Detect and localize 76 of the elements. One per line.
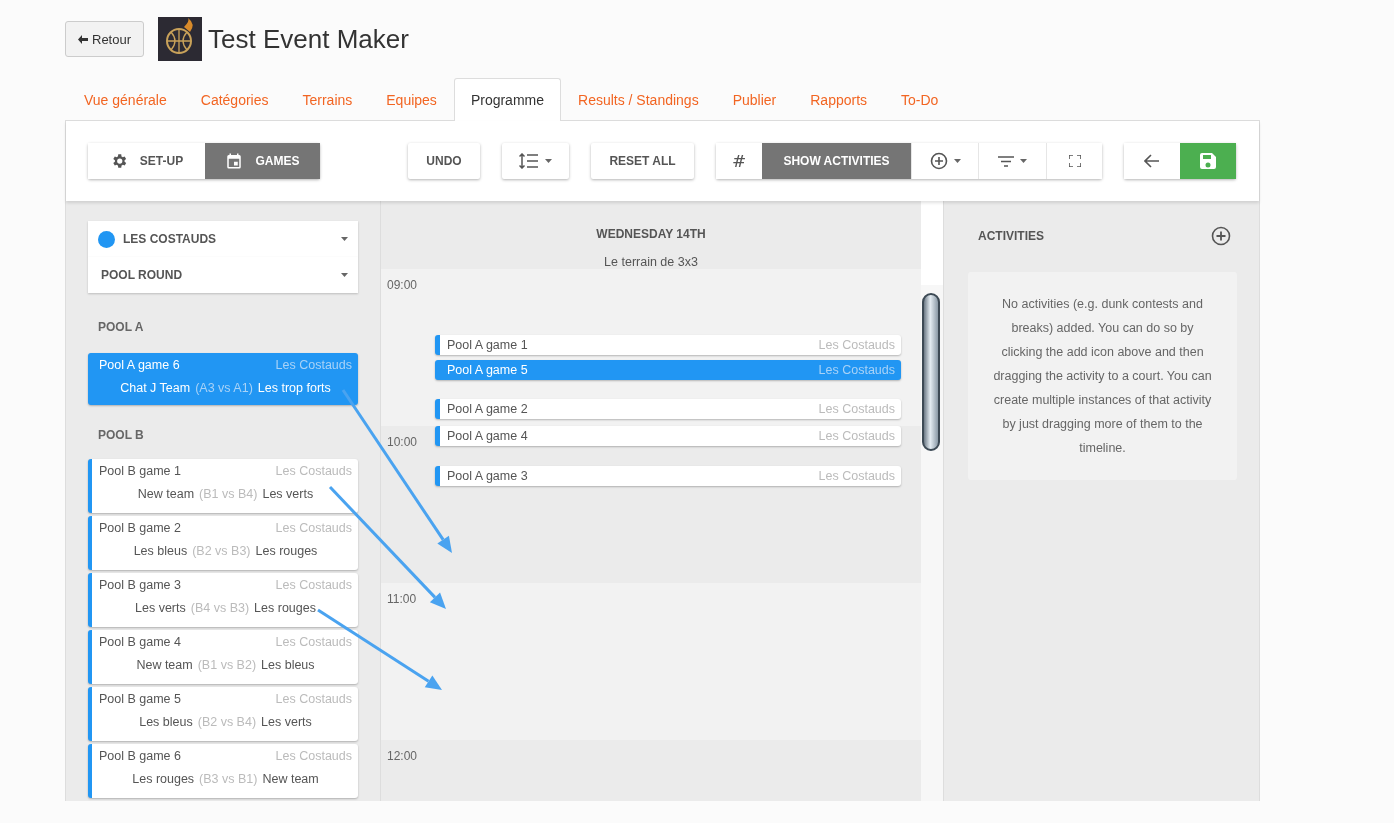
day-title: WEDNESDAY 14TH — [596, 227, 706, 241]
team-name: Les verts — [135, 601, 186, 615]
team-name: Les bleus — [261, 658, 315, 672]
game-category: Les Costauds — [818, 429, 895, 443]
team-name: New team — [262, 772, 319, 786]
scheduled-game[interactable]: Pool A game 4 Les Costauds — [435, 426, 901, 446]
game-category: Les Costauds — [275, 521, 352, 535]
game-card[interactable]: Pool B game 5 Les Costauds Les bleus (B2 vs B4) Les verts — [88, 687, 358, 741]
round-dropdown[interactable]: POOL ROUND — [88, 257, 358, 293]
team-name: Les verts — [262, 487, 314, 501]
team-name: New team — [136, 658, 193, 672]
game-card[interactable]: Pool B game 1 Les Costauds New team (B1 vs B4) Les verts — [88, 459, 358, 513]
team-name: Les trop forts — [257, 381, 331, 395]
back-button[interactable]: Retour — [65, 21, 145, 57]
game-category: Les Costauds — [818, 469, 895, 483]
activities-title: ACTIVITIES — [978, 229, 1044, 243]
game-card[interactable]: Pool B game 3 Les Costauds Les verts (B4 vs B3) Les rouges — [88, 573, 358, 627]
hour-label: 11:00 — [387, 592, 417, 606]
team-name: New team — [137, 487, 195, 501]
hour-label: 10:00 — [387, 435, 418, 449]
game-name: Pool B game 1 — [99, 464, 181, 478]
scheduled-game[interactable]: Pool A game 1 Les Costauds — [435, 335, 901, 355]
game-name: Pool B game 6 — [99, 749, 181, 763]
number-toggle-button[interactable]: # — [716, 143, 762, 179]
court-name: Le terrain de 3x3 — [604, 255, 698, 269]
view-toggle-button[interactable]: GAMES — [205, 143, 320, 179]
game-name: Pool A game 2 — [447, 402, 528, 416]
hour-label: 09:00 — [387, 278, 418, 292]
pool-heading: POOL B — [98, 428, 145, 442]
game-category: Les Costauds — [275, 635, 352, 649]
team-name: Les bleus — [139, 715, 193, 729]
matchup-code: (B4 vs B3) — [190, 601, 250, 615]
matchup-code: (B2 vs B4) — [197, 715, 257, 729]
game-category: Les Costauds — [818, 338, 895, 352]
reset-all-button[interactable]: RESET ALL — [591, 143, 694, 179]
scheduled-game[interactable]: Pool A game 3 Les Costauds — [435, 466, 901, 486]
category-dropdown[interactable]: LES COSTAUDS — [88, 221, 358, 257]
game-name: Pool B game 5 — [99, 692, 181, 706]
game-card[interactable]: Pool B game 4 Les Costauds New team (B1 vs B2) Les bleus — [88, 630, 358, 684]
matchup-code: (B1 vs B2) — [197, 658, 257, 672]
matchup-code: (B2 vs B3) — [192, 544, 251, 558]
game-category: Les Costauds — [275, 358, 352, 372]
hour-label: 12:00 — [387, 749, 418, 763]
show-activities-button[interactable]: SHOW ACTIVITIES — [762, 143, 911, 179]
game-category: Les Costauds — [818, 402, 895, 416]
game-name: Pool A game 6 — [99, 358, 180, 372]
game-category: Les Costauds — [818, 363, 895, 377]
pool-heading: POOL A — [98, 320, 145, 334]
game-category: Les Costauds — [275, 749, 352, 763]
scheduled-game[interactable]: Pool A game 2 Les Costauds — [435, 399, 901, 419]
matchup-code: (A3 vs A1) — [195, 381, 253, 395]
game-name: Pool A game 1 — [447, 338, 528, 352]
game-name: Pool A game 4 — [447, 429, 528, 443]
matchup-code: (B3 vs B1) — [199, 772, 258, 786]
game-name: Pool B game 2 — [99, 521, 181, 535]
game-name: Pool A game 5 — [447, 363, 528, 377]
game-card[interactable]: Pool B game 2 Les Costauds Les bleus (B2 vs B3) Les rouges — [88, 516, 358, 570]
game-name: Pool B game 4 — [99, 635, 181, 649]
game-name: Pool B game 3 — [99, 578, 181, 592]
game-category: Les Costauds — [275, 578, 352, 592]
game-name: Pool A game 3 — [447, 469, 528, 483]
team-name: Les verts — [261, 715, 312, 729]
team-name: Les rouges — [132, 772, 195, 786]
matchup-code: (B1 vs B4) — [199, 487, 258, 501]
team-name: Les rouges — [254, 601, 316, 615]
empty-activities-text: No activities (e.g. dunk contests and breaks) added. You can do so by clicking the add icon above and then dragging the activity to a court. You can create multiple instances of that activity by just dragging more of them to the timeline. — [968, 272, 1237, 480]
team-name: Les bleus — [133, 544, 188, 558]
team-name: Les rouges — [255, 544, 318, 558]
undo-button[interactable]: UNDO — [408, 143, 480, 179]
tab[interactable]: Programme — [453, 78, 561, 121]
game-category: Les Costauds — [275, 692, 352, 706]
team-name: Chat J Team — [120, 381, 191, 395]
game-card[interactable]: Pool B game 6 Les Costauds Les rouges (B3 vs B1) New team — [88, 744, 358, 798]
view-toggle-button[interactable]: SET-UP — [88, 143, 205, 179]
game-category: Les Costauds — [275, 464, 352, 478]
event-title: Test Event Maker — [208, 23, 409, 55]
